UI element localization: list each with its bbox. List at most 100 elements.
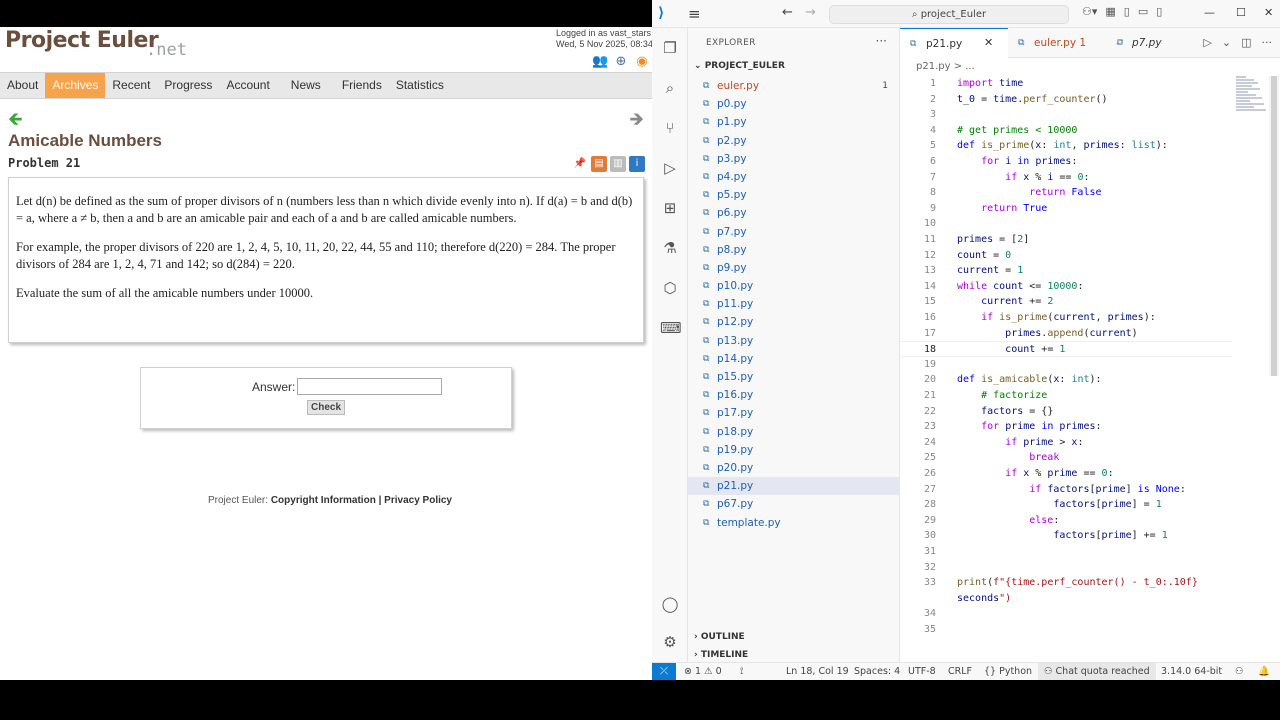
copilot-status-icon[interactable]: ⚇ <box>1235 663 1244 680</box>
code-line[interactable]: 10 <box>900 216 1232 232</box>
code-line[interactable]: 33 print(f"{time.perf_counter() - t_0:.10… <box>900 575 1232 591</box>
remote-icon[interactable]: ⤫ <box>652 663 676 680</box>
nav-recent[interactable]: Recent <box>105 73 157 98</box>
code-line[interactable]: 6 for i in primes: <box>900 154 1232 170</box>
code-line[interactable]: 15 current += 2 <box>900 294 1232 310</box>
extensions-icon[interactable]: ⊞ <box>660 198 680 218</box>
folder-header[interactable]: ⌄ PROJECT_EULER <box>694 61 785 71</box>
friends-icon[interactable]: 👥 <box>592 54 608 70</box>
code-line[interactable]: 18 count += 1 <box>900 341 1232 357</box>
chat-quota-status[interactable]: ⚇ Chat quota reached <box>1038 663 1156 680</box>
check-button[interactable]: Check <box>307 400 345 415</box>
nav-account[interactable]: Account <box>219 73 276 98</box>
tab-close-icon[interactable]: ✕ <box>984 36 993 49</box>
file-item[interactable]: ⧉ p5.py <box>688 186 900 204</box>
file-item[interactable]: ⧉ template.py <box>688 514 900 532</box>
account-icon[interactable]: ◯ <box>660 594 680 614</box>
source-control-icon[interactable]: ⑂ <box>660 118 680 138</box>
answer-input[interactable] <box>297 378 442 395</box>
privacy-link[interactable]: Privacy Policy <box>384 495 452 506</box>
code-line[interactable]: 17 primes.append(current) <box>900 326 1232 342</box>
code-line[interactable]: 4 # get primes < 10000 <box>900 123 1232 139</box>
file-item[interactable]: ⧉ p19.py <box>688 441 900 459</box>
file-item[interactable]: ⧉ p15.py <box>688 368 900 386</box>
code-line[interactable]: 25 break <box>900 450 1232 466</box>
code-line[interactable]: 1 import time <box>900 76 1232 92</box>
file-item[interactable]: ⧉ p10.py <box>688 277 900 295</box>
problems-status[interactable]: ⊗ 1 ⚠ 0 <box>684 663 722 680</box>
menu-icon[interactable]: ≡ <box>688 5 701 23</box>
code-line[interactable]: 13 current = 1 <box>900 263 1232 279</box>
file-item[interactable]: ⧉ p18.py <box>688 423 900 441</box>
copyright-link[interactable]: Copyright Information <box>271 495 376 506</box>
toggle-secondary-icon[interactable]: ▯ <box>1156 5 1162 18</box>
code-line[interactable]: 14 while count <= 10000: <box>900 279 1232 295</box>
nav-news[interactable]: News <box>277 73 335 98</box>
globe-icon[interactable]: ⊕ <box>613 54 629 70</box>
containers-icon[interactable]: ⬡ <box>660 278 680 298</box>
close-icon[interactable]: ✕ <box>1264 6 1273 19</box>
document-icon[interactable]: ▥ <box>610 156 626 172</box>
code-line[interactable]: 29 else: <box>900 513 1232 529</box>
settings-gear-icon[interactable]: ⚙ <box>660 632 680 652</box>
more-actions-icon[interactable]: ··· <box>876 34 887 48</box>
code-line[interactable]: 5 def is_prime(x: int, primes: list): <box>900 138 1232 154</box>
editor-vertical-scrollbar[interactable] <box>1269 76 1279 376</box>
toggle-panel-icon[interactable]: ▭ <box>1138 5 1148 18</box>
notifications-bell-icon[interactable]: 🔔 <box>1258 663 1270 680</box>
tab-euler[interactable]: ⧉ euler.py 1 <box>1008 28 1106 58</box>
nav-statistics[interactable]: Statistics <box>389 73 451 98</box>
info-icon[interactable]: i <box>629 156 645 172</box>
code-line[interactable]: 7 if x % i == 0: <box>900 170 1232 186</box>
copilot-icon[interactable]: ⚇▾ <box>1082 5 1097 18</box>
code-line[interactable]: 23 for prime in primes: <box>900 419 1232 435</box>
minimize-icon[interactable]: — <box>1204 6 1215 19</box>
code-line[interactable]: 32 <box>900 560 1232 576</box>
toggle-sidebar-icon[interactable]: ▯ <box>1124 5 1130 18</box>
file-item[interactable]: ⧉ p13.py <box>688 332 900 350</box>
testing-icon[interactable]: ⚗ <box>660 238 680 258</box>
code-line[interactable]: 22 factors = {} <box>900 404 1232 420</box>
outline-section[interactable]: › OUTLINE <box>694 632 745 642</box>
more-icon[interactable]: ··· <box>1262 36 1273 49</box>
nav-archives[interactable]: Archives <box>45 73 106 98</box>
nav-about[interactable]: About <box>0 73 45 98</box>
code-line[interactable]: 26 if x % prime == 0: <box>900 466 1232 482</box>
code-line[interactable]: 20 def is_amicable(x: int): <box>900 372 1232 388</box>
code-line[interactable]: 34 <box>900 606 1232 622</box>
layout-icon[interactable]: ▦ <box>1105 5 1115 18</box>
indentation-status[interactable]: Spaces: 4 <box>854 663 900 680</box>
file-item[interactable]: ⧉ p7.py <box>688 223 900 241</box>
back-arrow-icon[interactable]: ← <box>782 5 793 20</box>
maximize-icon[interactable]: ☐ <box>1236 6 1246 19</box>
remote-explorer-icon[interactable]: ⌨ <box>660 318 682 338</box>
code-line[interactable]: 12 count = 0 <box>900 248 1232 264</box>
broadcast-icon[interactable]: ⟟ <box>740 663 744 680</box>
rss-icon[interactable]: ◉ <box>634 54 650 70</box>
file-item[interactable]: ⧉ p3.py <box>688 150 900 168</box>
minimap[interactable] <box>1236 76 1268 120</box>
file-item[interactable]: ⧉ p1.py <box>688 113 900 131</box>
code-line[interactable]: 11 primes = [2] <box>900 232 1232 248</box>
code-line[interactable]: 19 <box>900 357 1232 373</box>
image-icon[interactable]: ▤ <box>591 156 607 172</box>
file-item[interactable]: ⧉ euler.py 1 <box>688 77 900 95</box>
code-line[interactable]: 27 if factors[prime] is None: <box>900 482 1232 498</box>
nav-friends[interactable]: Friends <box>335 73 389 98</box>
file-item[interactable]: ⧉ p9.py <box>688 259 900 277</box>
file-item[interactable]: ⧉ p12.py <box>688 313 900 331</box>
breadcrumb[interactable]: p21.py > ... <box>916 61 975 72</box>
scrollbar-thumb[interactable] <box>1271 76 1277 376</box>
file-item[interactable]: ⧉ p14.py <box>688 350 900 368</box>
cursor-position[interactable]: Ln 18, Col 19 <box>786 663 849 680</box>
run-debug-icon[interactable]: ▷ <box>660 158 680 178</box>
eol-status[interactable]: CRLF <box>948 663 972 680</box>
file-item[interactable]: ⧉ p67.py <box>688 495 900 513</box>
code-line[interactable]: 3 <box>900 107 1232 123</box>
encoding-status[interactable]: UTF-8 <box>908 663 936 680</box>
code-line[interactable]: 2 t_0 = time.perf_counter() <box>900 92 1232 108</box>
python-interpreter[interactable]: 3.14.0 64-bit <box>1161 663 1222 680</box>
timeline-section[interactable]: › TIMELINE <box>694 650 748 660</box>
file-item[interactable]: ⧉ p2.py <box>688 132 900 150</box>
code-editor[interactable]: 1 import time 2 t_0 = time.perf_counter() 3 4… <box>900 76 1232 662</box>
